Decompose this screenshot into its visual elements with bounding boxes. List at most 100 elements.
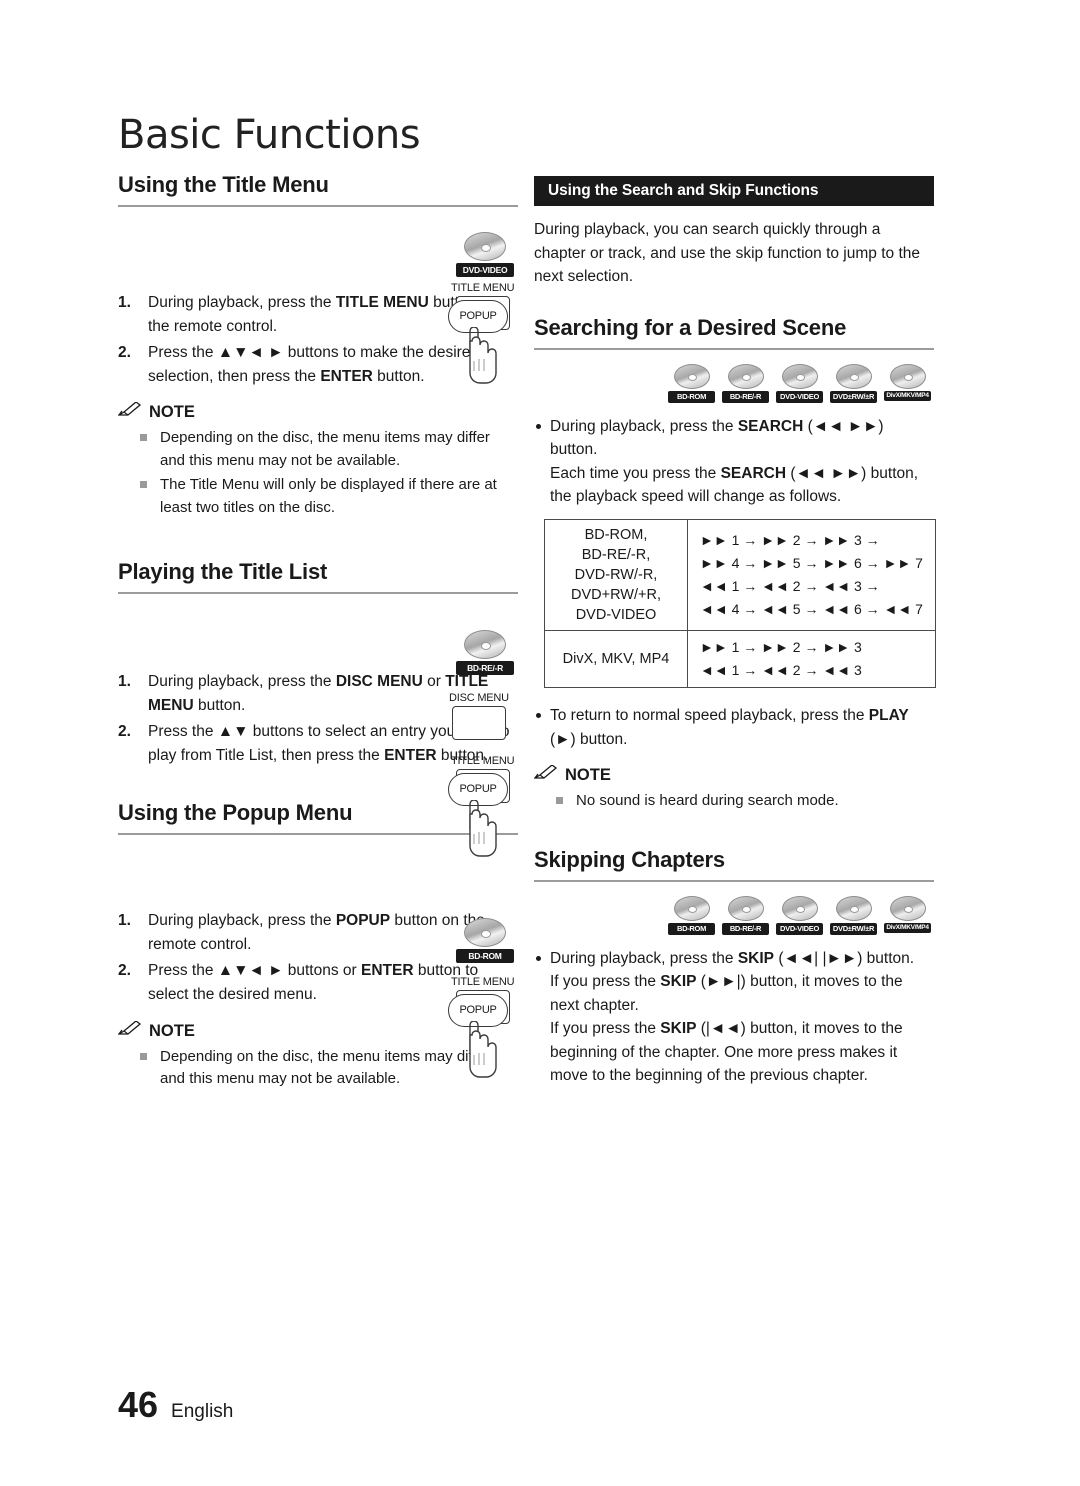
manual-page: Basic Functions Using the Title Menu 1. …	[0, 0, 1080, 1486]
step-number: 2.	[118, 344, 131, 362]
disc-label: BD-ROM	[668, 390, 715, 403]
disc-label: DVD±RW/±R	[830, 390, 877, 403]
square-bullet-icon	[140, 481, 147, 489]
art-bd-rom-badge: BD-ROM	[456, 918, 514, 963]
note-item: The Title Menu will only be displayed if…	[140, 474, 518, 519]
disc-badge: BD-ROM	[456, 918, 514, 963]
step-text: During playback, press the TITLE MENU bu…	[148, 294, 498, 335]
disc-label: BD-ROM	[456, 949, 514, 963]
note-heading: NOTE	[116, 401, 518, 423]
table-cell-disc-types: DivX, MKV, MP4	[544, 629, 688, 689]
section-heading: Skipping Chapters	[534, 847, 934, 882]
disc-label: BD-ROM	[668, 922, 715, 935]
bullet-search: During playback, press the SEARCH (◄◄ ►►…	[534, 415, 934, 462]
note-heading: NOTE	[532, 764, 934, 786]
title-menu-label: TITLE MENU	[451, 976, 515, 988]
step-number: 2.	[118, 723, 131, 741]
pencil-icon	[532, 764, 558, 786]
disc-menu-button	[451, 706, 506, 740]
art-bd-re-r-badge: BD-RE/-R	[456, 630, 514, 675]
table-cell-speeds: ►► 1 → ►► 2 → ►► 3 ◄◄ 1 → ◄◄ 2 → ◄◄ 3	[687, 629, 936, 689]
disc-icon	[727, 895, 764, 921]
disc-badge: DVD±RW/±R	[830, 895, 877, 935]
page-title: Basic Functions	[118, 112, 421, 158]
note-label: NOTE	[149, 1021, 195, 1040]
disc-badge: BD-ROM	[668, 363, 715, 403]
disc-icon	[889, 895, 926, 921]
banner-search-skip: Using the Search and Skip Functions	[534, 176, 934, 206]
step-number: 1.	[118, 294, 131, 311]
disc-badge: BD-RE/-R	[456, 630, 514, 675]
disc-icon	[673, 363, 710, 389]
table-cell-speeds: ►► 1 → ►► 2 → ►► 3 → ►► 4 → ►► 5 → ►► 6 …	[687, 518, 936, 631]
disc-label: DVD-VIDEO	[776, 922, 823, 935]
art-disc-menu: DISC MENU	[449, 692, 509, 740]
bullet-dot-icon	[536, 713, 541, 719]
step-text: Press the ▲▼◄ ► buttons to make the desi…	[148, 344, 480, 385]
disc-label: DivX/MKV/MP4	[884, 922, 931, 933]
disc-icon	[464, 630, 506, 659]
table-cell-disc-types: BD-ROM, BD-RE/-R, DVD-RW/-R, DVD+RW/+R, …	[544, 518, 688, 631]
disc-badge: DVD-VIDEO	[456, 232, 514, 277]
disc-badge: DivX/MKV/MP4	[884, 363, 931, 403]
note-label: NOTE	[565, 766, 611, 785]
step-number: 1.	[118, 912, 131, 930]
right-column: Using the Search and Skip Functions Duri…	[532, 176, 936, 1088]
disc-label: BD-RE/-R	[722, 922, 769, 935]
section-searching-for-a-desired-scene: Searching for a Desired Scene BD-ROM BD-…	[532, 315, 936, 813]
disc-label: BD-RE/-R	[722, 390, 769, 403]
disc-badge: DivX/MKV/MP4	[884, 895, 931, 935]
skip-body-line-1: If you press the SKIP (►►|) button, it m…	[550, 973, 903, 1014]
step-text: Press the ▲▼◄ ► buttons or ENTER button …	[148, 962, 479, 1004]
disc-label: DVD±RW/±R	[830, 922, 877, 935]
section-heading: Playing the Title List	[118, 559, 518, 595]
art-popup-3: POPUP	[448, 994, 510, 1088]
disc-icon	[781, 895, 818, 921]
disc-label: DVD-VIDEO	[456, 263, 514, 277]
step-number: 2.	[118, 962, 131, 980]
pencil-icon	[116, 401, 142, 423]
disc-icon	[835, 363, 872, 389]
section-heading: Using the Title Menu	[118, 172, 518, 207]
note-label: NOTE	[149, 403, 195, 422]
disc-label: DivX/MKV/MP4	[884, 390, 931, 401]
disc-badge: DVD-VIDEO	[776, 895, 823, 935]
disc-badge: BD-RE/-R	[722, 895, 769, 935]
disc-badge: DVD±RW/±R	[830, 363, 877, 403]
section-skipping-chapters: Skipping Chapters BD-ROM BD-RE/-R DVD-VI…	[534, 847, 934, 1088]
title-menu-label: TITLE MENU	[451, 755, 515, 767]
disc-compatibility-row: BD-ROM BD-RE/-R DVD-VIDEO DVD±RW/±R DivX…	[668, 363, 934, 403]
section-heading: Searching for a Desired Scene	[534, 315, 934, 350]
bullet-search-line2: Each time you press the SEARCH (◄◄ ►►) b…	[550, 464, 919, 506]
disc-label: DVD-VIDEO	[776, 390, 823, 403]
note-item: No sound is heard during search mode.	[556, 790, 934, 813]
disc-compatibility-row: BD-ROM BD-RE/-R DVD-VIDEO DVD±RW/±R DivX…	[668, 895, 934, 935]
note-body: No sound is heard during search mode.	[534, 790, 934, 813]
disc-badge: BD-RE/-R	[722, 363, 769, 403]
disc-icon	[781, 363, 818, 389]
bullet-dot-icon	[536, 423, 541, 429]
table-row: BD-ROM, BD-RE/-R, DVD-RW/-R, DVD+RW/+R, …	[544, 518, 936, 631]
disc-icon	[464, 918, 506, 947]
page-number: 46	[118, 1384, 159, 1425]
square-bullet-icon	[140, 1052, 147, 1060]
disc-icon	[889, 363, 926, 389]
art-popup-2: POPUP	[448, 773, 510, 867]
hand-pointer-icon	[469, 1020, 497, 1078]
art-dvd-video-badge: DVD-VIDEO	[456, 232, 514, 277]
step-number: 1.	[118, 673, 131, 691]
table-row: DivX, MKV, MP4 ►► 1 → ►► 2 → ►► 3 ◄◄ 1 →…	[544, 629, 936, 689]
disc-menu-label: DISC MENU	[449, 692, 509, 704]
intro-text: During playback, you can search quickly …	[534, 221, 920, 286]
disc-icon	[464, 232, 506, 261]
skip-body-line-2: If you press the SKIP (|◄◄) button, it m…	[550, 1020, 903, 1085]
bullet-skip: During playback, press the SKIP (◄◄| |►►…	[534, 947, 934, 971]
disc-icon	[673, 895, 710, 921]
bullet-return-normal-speed: To return to normal speed playback, pres…	[534, 704, 934, 751]
disc-label: BD-RE/-R	[456, 661, 514, 675]
hand-pointer-icon	[469, 799, 497, 857]
playback-speed-table: BD-ROM, BD-RE/-R, DVD-RW/-R, DVD+RW/+R, …	[544, 518, 936, 689]
square-bullet-icon	[140, 434, 147, 442]
title-menu-label: TITLE MENU	[451, 282, 515, 294]
note-item: Depending on the disc, the menu items ma…	[140, 427, 518, 472]
